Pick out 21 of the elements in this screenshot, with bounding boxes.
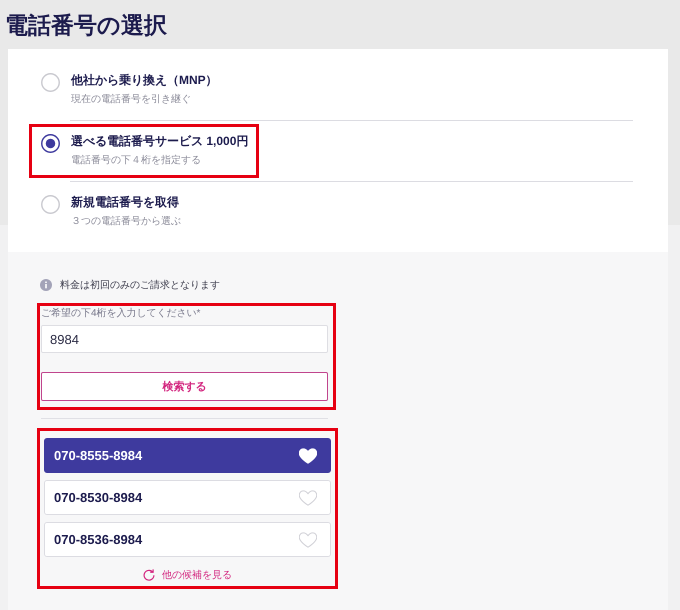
option-label: 他社から乗り換え（MNP） bbox=[71, 72, 218, 88]
more-candidates-link[interactable]: 他の候補を見る bbox=[143, 566, 232, 583]
heart-icon bbox=[299, 490, 317, 506]
refresh-icon bbox=[143, 568, 155, 580]
radio-button[interactable] bbox=[41, 134, 60, 153]
option-description: 電話番号の下４桁を指定する bbox=[71, 154, 202, 167]
option-description: 現在の電話番号を引き継ぐ bbox=[71, 92, 192, 106]
option-label: 選べる電話番号サービス 1,000円 bbox=[71, 133, 248, 150]
notice-text: 料金は初回のみのご請求となります bbox=[60, 278, 220, 292]
option-label: 新規電話番号を取得 bbox=[71, 194, 180, 211]
heart-icon bbox=[299, 448, 317, 464]
heart-icon bbox=[299, 532, 317, 548]
page-title: 電話番号の選択 bbox=[4, 11, 168, 40]
info-icon bbox=[40, 279, 52, 291]
phone-number-option[interactable]: 070-8555-8984 bbox=[44, 438, 331, 473]
search-button[interactable]: 検索する bbox=[41, 372, 328, 401]
input-label: ご希望の下4桁を入力してください* bbox=[41, 308, 202, 320]
phone-number-option[interactable]: 070-8536-8984 bbox=[44, 522, 331, 557]
phone-number-option[interactable]: 070-8530-8984 bbox=[44, 480, 331, 515]
number-input[interactable]: 8984 bbox=[41, 325, 328, 353]
option-description: ３つの電話番号から選ぶ bbox=[71, 215, 181, 228]
